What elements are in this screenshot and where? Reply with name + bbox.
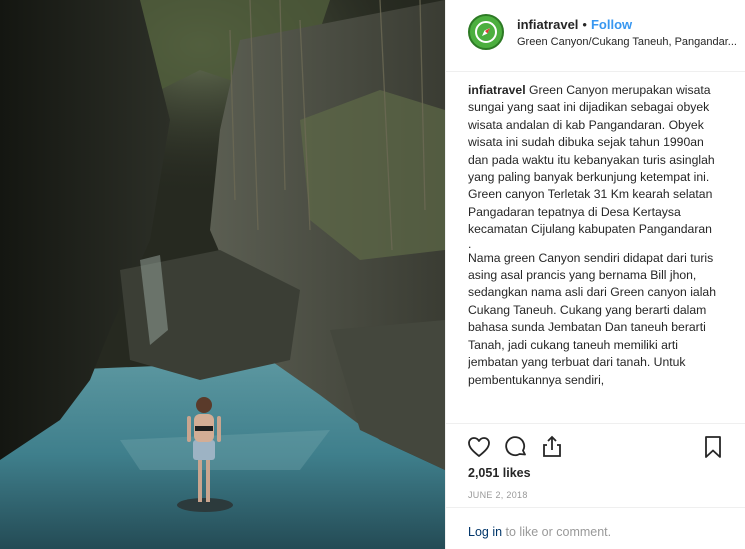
- bookmark-icon: [705, 436, 721, 458]
- user-line: infiatravel • Follow: [517, 17, 632, 32]
- post-date: JUNE 2, 2018: [468, 490, 528, 500]
- caption-username-link[interactable]: infiatravel: [468, 83, 526, 97]
- compass-icon: [475, 21, 497, 43]
- location-link[interactable]: Green Canyon/Cukang Taneuh, Pangandar...: [517, 36, 743, 48]
- login-link[interactable]: Log in: [468, 525, 502, 539]
- post-caption: infiatravel Green Canyon merupakan wisat…: [468, 82, 724, 418]
- likes-count[interactable]: 2,051 likes: [468, 466, 531, 480]
- post-sidebar: infiatravel • Follow Green Canyon/Cukang T…: [445, 0, 745, 549]
- caption-text-1: Green Canyon merupakan wisata sungai yan…: [468, 83, 715, 237]
- username-link[interactable]: infiatravel: [517, 17, 578, 32]
- comment-bubble-icon: [505, 436, 526, 457]
- instagram-post: infiatravel • Follow Green Canyon/Cukang T…: [0, 0, 745, 549]
- like-button[interactable]: [466, 434, 492, 460]
- comment-prompt-text: Log in to like or comment.: [468, 525, 611, 539]
- caption-divider: .: [468, 236, 472, 251]
- comment-prompt: Log in to like or comment.: [446, 507, 745, 549]
- post-photo[interactable]: [0, 0, 445, 549]
- caption-paragraph-2: Nama green Canyon sendiri didapat dari t…: [468, 250, 716, 387]
- save-button[interactable]: [700, 434, 726, 460]
- comment-prompt-suffix: to like or comment.: [502, 525, 612, 539]
- comment-button[interactable]: [503, 434, 529, 460]
- caption-paragraph-1: infiatravel Green Canyon merupakan wisat…: [468, 82, 724, 239]
- avatar[interactable]: [468, 14, 504, 50]
- post-header: infiatravel • Follow Green Canyon/Cukang T…: [446, 0, 745, 72]
- heart-icon: [468, 437, 490, 457]
- separator-dot: •: [582, 17, 587, 32]
- canyon-photo-illustration: [0, 0, 445, 549]
- follow-button[interactable]: Follow: [591, 17, 632, 32]
- share-icon: [543, 435, 561, 457]
- share-button[interactable]: [539, 434, 565, 460]
